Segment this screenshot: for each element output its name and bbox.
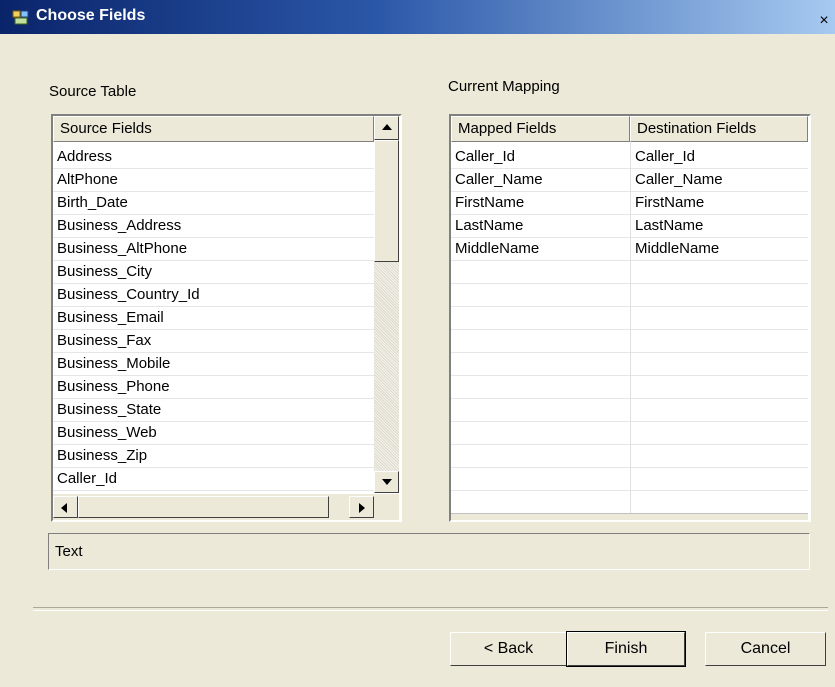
empty-grid-cell[interactable] <box>631 468 808 491</box>
mapping-grid[interactable]: Mapped Fields Destination Fields Caller_… <box>449 114 811 522</box>
source-field-item[interactable]: Business_Web <box>53 422 374 445</box>
mapped-field-cell[interactable]: Caller_Name <box>451 169 630 192</box>
source-field-item[interactable]: Business_Zip <box>53 445 374 468</box>
mapped-field-cell[interactable]: Caller_Id <box>451 146 630 169</box>
source-field-item[interactable]: Caller_Id <box>53 468 374 491</box>
vertical-scroll-thumb[interactable] <box>374 140 399 262</box>
empty-grid-cell[interactable] <box>451 399 630 422</box>
source-field-item[interactable]: Business_Email <box>53 307 374 330</box>
arrow-left-icon <box>61 503 67 513</box>
current-mapping-label: Current Mapping <box>448 78 560 95</box>
empty-grid-cell[interactable] <box>451 445 630 468</box>
empty-grid-cell[interactable] <box>631 330 808 353</box>
arrow-down-icon <box>382 479 392 485</box>
source-fields-header[interactable]: Source Fields <box>53 116 374 142</box>
empty-grid-cell[interactable] <box>631 422 808 445</box>
title-bar: Choose Fields <box>0 0 835 34</box>
source-field-item[interactable]: Business_Phone <box>53 376 374 399</box>
empty-grid-cell[interactable] <box>451 491 630 514</box>
destination-field-cell[interactable]: FirstName <box>631 192 808 215</box>
source-field-item[interactable]: Business_City <box>53 261 374 284</box>
arrow-up-icon <box>382 124 392 130</box>
source-fields-list[interactable]: Source Fields Address AltPhone Birth_Date B… <box>51 114 402 522</box>
finish-button[interactable]: Finish <box>566 631 686 667</box>
empty-grid-cell[interactable] <box>631 307 808 330</box>
source-field-item[interactable]: Address <box>53 146 374 169</box>
destination-field-cell[interactable]: Caller_Name <box>631 169 808 192</box>
empty-grid-cell[interactable] <box>451 468 630 491</box>
source-table-label: Source Table <box>49 83 137 100</box>
mapped-field-cell[interactable]: LastName <box>451 215 630 238</box>
empty-grid-cell[interactable] <box>631 491 808 514</box>
empty-grid-cell[interactable] <box>451 330 630 353</box>
source-field-item[interactable]: Business_Address <box>53 215 374 238</box>
footer-divider <box>33 607 828 611</box>
horizontal-scroll-thumb[interactable] <box>78 496 329 518</box>
back-button[interactable]: < Back <box>450 632 567 666</box>
empty-grid-cell[interactable] <box>631 445 808 468</box>
source-field-item[interactable]: Birth_Date <box>53 192 374 215</box>
empty-grid-cell[interactable] <box>631 399 808 422</box>
destination-field-cell[interactable]: LastName <box>631 215 808 238</box>
source-field-item[interactable]: Business_Fax <box>53 330 374 353</box>
empty-grid-cell[interactable] <box>451 284 630 307</box>
grid-bottom-strip <box>451 513 808 520</box>
scroll-left-button[interactable] <box>53 496 78 518</box>
empty-grid-cell[interactable] <box>451 261 630 284</box>
empty-grid-cell[interactable] <box>631 353 808 376</box>
scroll-down-button[interactable] <box>374 471 399 493</box>
empty-grid-cell[interactable] <box>451 307 630 330</box>
destination-fields-header[interactable]: Destination Fields <box>630 116 808 142</box>
scroll-right-button[interactable] <box>349 496 374 518</box>
app-icon <box>12 10 29 25</box>
window-title: Choose Fields <box>36 7 146 24</box>
destination-field-cell[interactable]: Caller_Id <box>631 146 808 169</box>
status-bar: Text <box>48 533 810 570</box>
empty-grid-cell[interactable] <box>631 284 808 307</box>
source-field-item[interactable]: Business_State <box>53 399 374 422</box>
empty-grid-cell[interactable] <box>451 376 630 399</box>
mapped-field-cell[interactable]: FirstName <box>451 192 630 215</box>
empty-grid-cell[interactable] <box>451 353 630 376</box>
source-field-item[interactable]: Business_AltPhone <box>53 238 374 261</box>
scroll-up-button[interactable] <box>374 116 399 140</box>
mapped-field-cell[interactable]: MiddleName <box>451 238 630 261</box>
destination-field-cell[interactable]: MiddleName <box>631 238 808 261</box>
empty-grid-cell[interactable] <box>631 261 808 284</box>
empty-grid-cell[interactable] <box>631 376 808 399</box>
arrow-right-icon <box>359 503 365 513</box>
mapped-fields-header[interactable]: Mapped Fields <box>451 116 630 142</box>
source-field-item[interactable]: Business_Country_Id <box>53 284 374 307</box>
source-field-item[interactable]: Business_Mobile <box>53 353 374 376</box>
empty-grid-cell[interactable] <box>451 422 630 445</box>
cancel-button[interactable]: Cancel <box>705 632 826 666</box>
source-field-item[interactable]: AltPhone <box>53 169 374 192</box>
close-button[interactable]: × <box>814 12 834 32</box>
